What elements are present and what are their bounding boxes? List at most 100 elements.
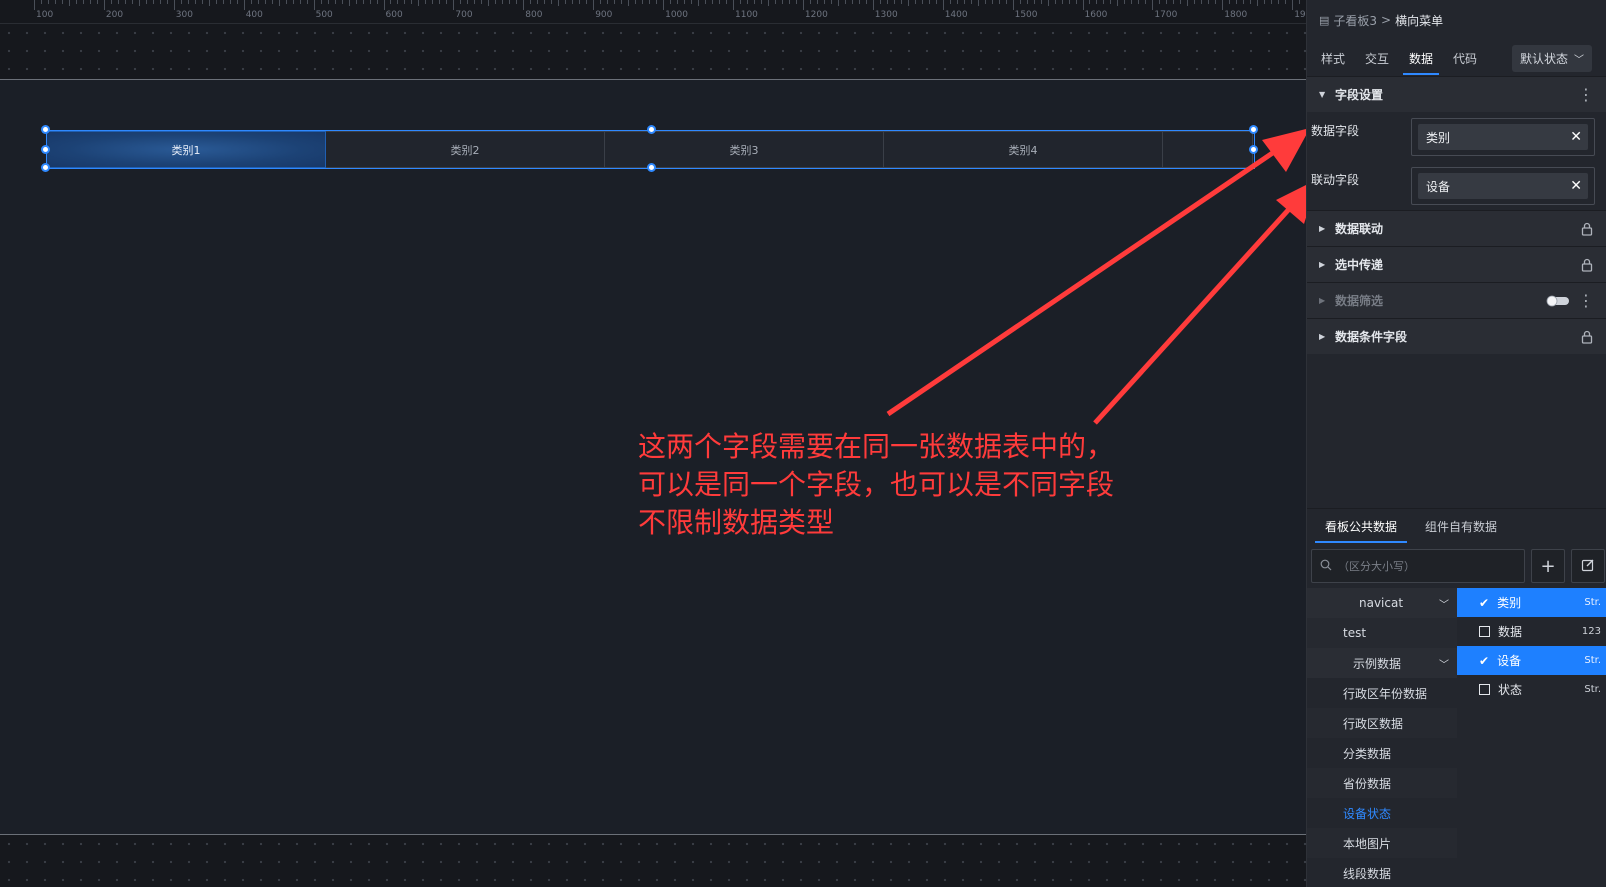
field-item[interactable]: ✔ 类别 Str. (1457, 588, 1606, 617)
filter-toggle[interactable]: ⋮ (1546, 291, 1594, 310)
source-group-sample[interactable]: 示例数据 ﹀ (1307, 648, 1457, 678)
source-item-label: 线段数据 (1343, 866, 1392, 881)
state-select[interactable]: 默认状态 ﹀ (1511, 44, 1592, 72)
editor-canvas[interactable]: 100 200 300 400 500 600 700 800 900 1000 1100 1200 1… (0, 0, 1306, 887)
section-data-linkage[interactable]: ▶ 数据联动 (1307, 210, 1606, 246)
source-item[interactable]: 行政区年份数据 (1307, 678, 1457, 708)
menu-item-label: 类别1 (171, 143, 201, 157)
ruler-tick (823, 0, 825, 4)
resize-handle-top[interactable] (647, 125, 656, 134)
source-item-selected[interactable]: 设备状态 (1307, 798, 1457, 828)
ruler-tick (194, 0, 196, 4)
search-placeholder: （区分大小写） (1338, 560, 1415, 573)
data-field-dropzone[interactable]: 类别 ✕ (1411, 118, 1595, 156)
ruler-tick (439, 0, 441, 4)
add-button[interactable]: + (1531, 549, 1565, 583)
ruler-tick (921, 0, 923, 4)
annotation-note: 这两个字段需要在同一张数据表中的， 可以是同一个字段，也可以是不同字段 不限制数… (638, 428, 1198, 542)
chevron-down-icon: ﹀ (1574, 54, 1584, 66)
field-item[interactable]: ✔ 设备 Str. (1457, 646, 1606, 675)
field-list: ✔ 类别 Str. 数据 123 ✔ 设备 Str. 状态 Str. (1457, 588, 1606, 704)
ruler-tick (733, 0, 734, 10)
ruler-tick (656, 0, 658, 4)
more-vertical-icon[interactable]: ⋮ (1578, 291, 1594, 310)
lock-icon[interactable] (1580, 330, 1594, 344)
link-field-dropzone[interactable]: 设备 ✕ (1411, 167, 1595, 205)
tab-style[interactable]: 样式 (1319, 42, 1347, 75)
ruler-tick (1054, 0, 1056, 4)
ruler-tick (278, 0, 280, 6)
ruler-tick (47, 0, 49, 4)
source-item-label: 省份数据 (1343, 776, 1392, 791)
ruler-tick (649, 0, 651, 4)
section-data-filter[interactable]: ▶ 数据筛选 ⋮ (1307, 282, 1606, 318)
source-item[interactable]: 线段数据 (1307, 858, 1457, 887)
ruler-tick (879, 0, 881, 4)
ruler-tick (1131, 0, 1133, 4)
ruler-tick (1026, 0, 1028, 4)
tab-data[interactable]: 数据 (1403, 42, 1440, 75)
caret-right-icon: ▶ (1319, 332, 1326, 341)
ruler-tick (1278, 0, 1280, 4)
tab-interaction[interactable]: 交互 (1363, 42, 1391, 75)
resize-handle-top-left[interactable] (41, 125, 50, 134)
ruler-tick (96, 0, 98, 4)
source-item-test[interactable]: test (1307, 618, 1457, 648)
lock-icon[interactable] (1580, 222, 1594, 236)
data-field-chip[interactable]: 类别 ✕ (1418, 124, 1588, 150)
tab-code[interactable]: 代码 (1451, 42, 1479, 75)
ruler-tick (858, 0, 860, 4)
close-icon[interactable]: ✕ (1570, 178, 1582, 194)
field-item[interactable]: 状态 Str. (1457, 675, 1606, 704)
tab-public-data[interactable]: 看板公共数据 (1314, 510, 1408, 543)
ruler-tick (551, 0, 553, 4)
resize-handle-right[interactable] (1249, 145, 1258, 154)
ruler-tick (1033, 0, 1035, 4)
menu-item-1[interactable]: 类别1 (47, 131, 326, 168)
properties-panel: ▤ 子看板3 > 横向菜单 样式 交互 数据 代码 默认状态 ﹀ ▼ 字段设置 … (1306, 0, 1606, 887)
ruler-tick (670, 0, 672, 4)
link-field-chip[interactable]: 设备 ✕ (1418, 173, 1588, 199)
ruler-tick (530, 0, 532, 4)
ruler-tick (138, 0, 140, 6)
ruler-tick (1285, 0, 1287, 4)
ruler-tick (173, 0, 175, 10)
source-item[interactable]: 本地图片 (1307, 828, 1457, 858)
ruler-tick (558, 0, 560, 6)
source-item[interactable]: 分类数据 (1307, 738, 1457, 768)
ruler-tick (313, 0, 315, 10)
source-item[interactable]: 省份数据 (1307, 768, 1457, 798)
resize-handle-bottom[interactable] (647, 163, 656, 172)
field-item[interactable]: 数据 123 (1457, 617, 1606, 646)
edit-button[interactable] (1571, 549, 1605, 583)
source-group-navicat[interactable]: navicat ﹀ (1307, 588, 1457, 618)
lock-icon[interactable] (1580, 258, 1594, 272)
section-field-settings[interactable]: ▼ 字段设置 ⋮ (1307, 76, 1606, 112)
ruler-tick (236, 0, 238, 4)
menu-item-2[interactable]: 类别2 (326, 131, 605, 168)
resize-handle-left[interactable] (41, 145, 50, 154)
tab-own-data[interactable]: 组件自有数据 (1419, 510, 1503, 543)
ruler-label: 500 (315, 10, 333, 20)
horizontal-menu-widget[interactable]: 类别1 类别2 类别3 类别4 (41, 125, 1258, 172)
close-icon[interactable]: ✕ (1570, 129, 1582, 145)
breadcrumb-parent[interactable]: 子看板3 (1333, 12, 1377, 29)
link-field-row: 联动字段 设备 ✕ (1307, 161, 1606, 210)
section-title: 字段设置 (1335, 88, 1384, 102)
more-vertical-icon[interactable]: ⋮ (1578, 85, 1594, 104)
menu-item-3[interactable]: 类别3 (605, 131, 884, 168)
menu-item-4[interactable]: 类别4 (884, 131, 1163, 168)
ruler-tick (82, 0, 84, 4)
breadcrumb-current: 横向菜单 (1395, 13, 1444, 28)
ruler-tick (355, 0, 357, 4)
section-condition-field[interactable]: ▶ 数据条件字段 (1307, 318, 1606, 354)
ruler-tick (977, 0, 979, 6)
source-item[interactable]: 行政区数据 (1307, 708, 1457, 738)
menu-item-5[interactable] (1163, 131, 1253, 168)
resize-handle-bottom-left[interactable] (41, 163, 50, 172)
section-selection-pass[interactable]: ▶ 选中传递 (1307, 246, 1606, 282)
ruler-tick (1152, 0, 1154, 10)
ruler-tick (320, 0, 322, 4)
search-input[interactable]: （区分大小写） (1311, 549, 1525, 583)
resize-handle-top-right[interactable] (1249, 125, 1258, 134)
